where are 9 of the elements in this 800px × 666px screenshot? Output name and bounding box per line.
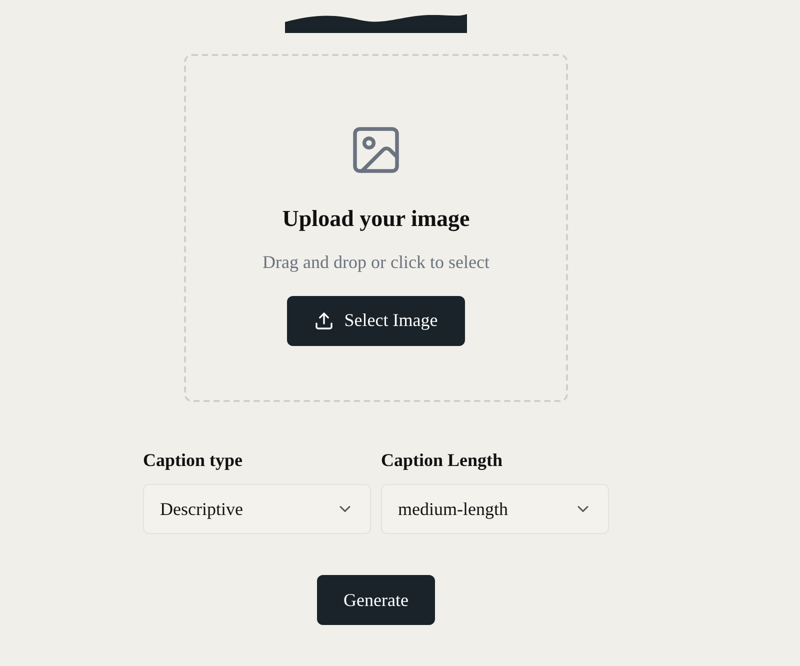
select-image-button[interactable]: Select Image xyxy=(287,296,465,346)
dropdown-select[interactable]: medium-length xyxy=(381,484,609,534)
upload-subtitle: Drag and drop or click to select xyxy=(262,250,490,274)
upload-icon xyxy=(314,310,334,330)
field-label: Caption type xyxy=(143,449,244,472)
dropdown-select[interactable]: Descriptive xyxy=(143,484,371,534)
generate-button[interactable]: Generate xyxy=(317,575,435,625)
field-label: Caption Length xyxy=(381,449,504,472)
upload-title: Upload your image xyxy=(282,205,470,234)
